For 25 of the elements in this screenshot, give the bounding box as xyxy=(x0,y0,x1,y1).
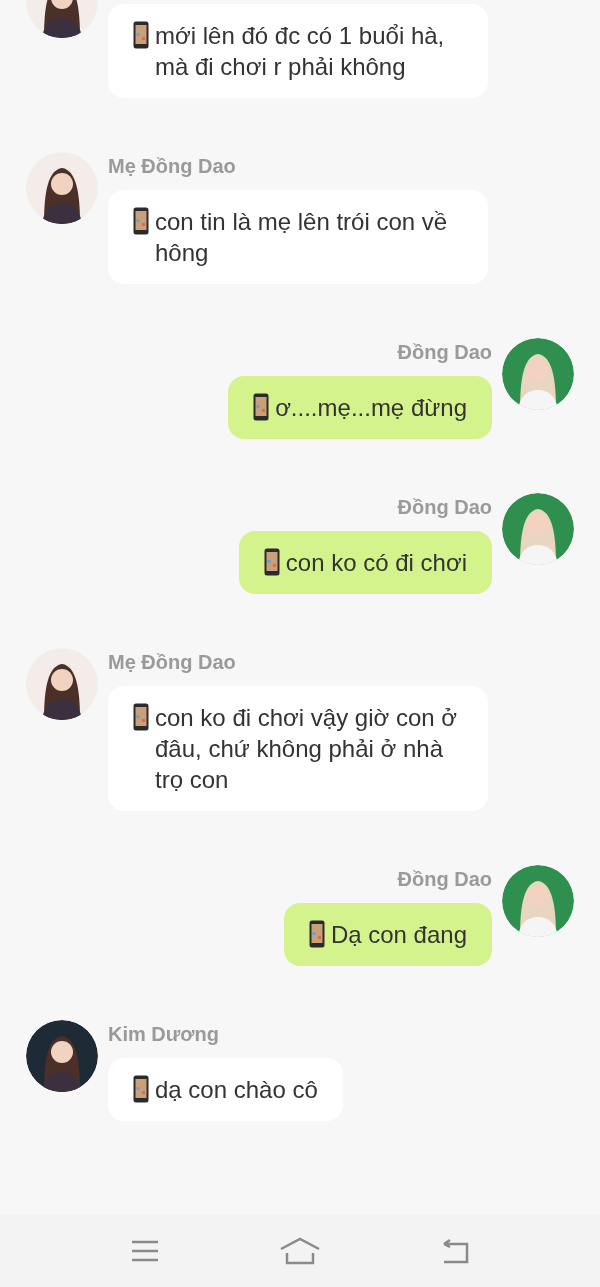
sender-name: Kim Dương xyxy=(108,1022,219,1047)
sender-name: Đồng Dao xyxy=(397,867,492,892)
message-text: Dạ con đang xyxy=(330,920,467,950)
message-text: con tin là mẹ lên trói con về hông xyxy=(155,207,449,268)
phone-icon xyxy=(263,548,280,576)
phone-icon xyxy=(133,1075,149,1103)
home-icon[interactable] xyxy=(279,1237,321,1265)
sender-name: Mẹ Đồng Dao xyxy=(108,650,236,675)
avatar[interactable] xyxy=(26,648,98,720)
sender-name: Đồng Dao xyxy=(397,340,492,365)
message-text: con ko đi chơi vậy giờ con ở đâu, chứ không phải ở nhà trọ con xyxy=(155,703,458,795)
message-text: ơ....mẹ...mẹ đừng xyxy=(275,393,467,423)
message-text: con ko có đi chơi xyxy=(285,548,467,578)
sender-name: Đồng Dao xyxy=(397,495,492,520)
phone-icon xyxy=(133,207,149,235)
phone-icon xyxy=(133,703,149,731)
phone-icon xyxy=(253,393,270,421)
menu-icon[interactable] xyxy=(129,1239,160,1263)
avatar[interactable] xyxy=(26,152,98,224)
message-text: mới lên đó đc có 1 buổi hà, mà đi chơi r phải không xyxy=(155,21,446,82)
sender-name: Mẹ Đồng Dao xyxy=(108,154,236,179)
phone-icon xyxy=(133,21,149,49)
avatar[interactable] xyxy=(26,1020,98,1092)
phone-icon xyxy=(308,920,325,948)
message-text: dạ con chào cô xyxy=(155,1075,318,1105)
